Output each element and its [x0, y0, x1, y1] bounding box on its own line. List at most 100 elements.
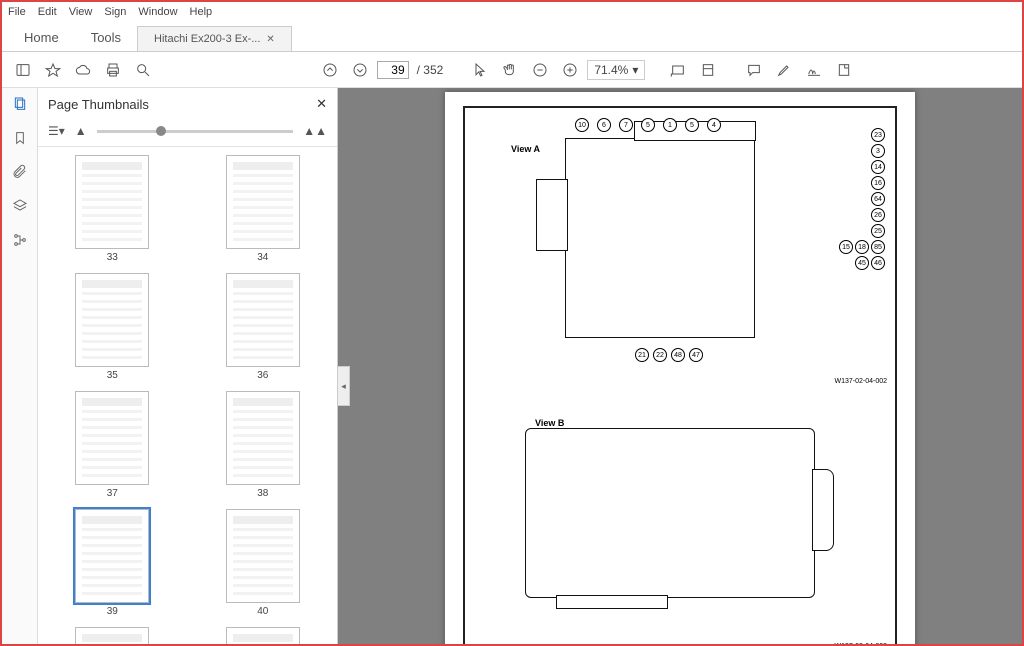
cloud-icon[interactable] — [70, 57, 96, 83]
page-total-label: / 352 — [413, 63, 448, 77]
thumbnail-page[interactable]: 42 — [203, 627, 324, 644]
thumbnail-page[interactable]: 34 — [203, 155, 324, 263]
callout-bubble: 22 — [653, 348, 667, 362]
thumb-large-icon[interactable]: ▲▲ — [303, 124, 327, 138]
diagram-view-b — [525, 428, 815, 598]
thumbnail-preview — [226, 155, 300, 249]
close-panel-icon[interactable]: ✕ — [316, 96, 327, 112]
thumbnails-title: Page Thumbnails — [48, 97, 149, 112]
zoom-value: 71.4% — [594, 63, 628, 77]
page-down-icon[interactable] — [347, 57, 373, 83]
thumb-small-icon[interactable]: ▲ — [75, 124, 87, 138]
model-tree-rail-icon[interactable] — [10, 230, 30, 250]
bookmark-rail-icon[interactable] — [10, 128, 30, 148]
page-number-input[interactable] — [377, 61, 409, 79]
page-view: View A 23314166426251518854546 10675154 … — [445, 92, 915, 644]
page-up-icon[interactable] — [317, 57, 343, 83]
fit-width-icon[interactable] — [665, 57, 691, 83]
pointer-icon[interactable] — [467, 57, 493, 83]
thumbnail-page[interactable]: 37 — [52, 391, 173, 499]
thumbnail-number: 38 — [257, 488, 268, 499]
tab-document[interactable]: Hitachi Ex200-3 Ex-... ✕ — [137, 26, 292, 51]
callout-bubble: 47 — [689, 348, 703, 362]
thumbnail-page[interactable]: 41 — [52, 627, 173, 644]
thumbnail-preview — [75, 509, 149, 603]
collapse-panel-handle[interactable]: ◂ — [338, 366, 350, 406]
callout-bubble: 5 — [685, 118, 699, 132]
figure-b-label: W137-02-04-003 — [834, 643, 887, 644]
menu-file[interactable]: File — [8, 6, 26, 18]
menu-view[interactable]: View — [69, 6, 93, 18]
tab-home[interactable]: Home — [8, 24, 75, 51]
callouts-view-a: 23314166426251518854546 — [775, 128, 885, 272]
layers-rail-icon[interactable] — [10, 196, 30, 216]
thumbnail-page[interactable]: 40 — [203, 509, 324, 617]
thumbnail-number: 40 — [257, 606, 268, 617]
hand-icon[interactable] — [497, 57, 523, 83]
zoom-dropdown[interactable]: 71.4%▾ — [587, 60, 645, 80]
menu-edit[interactable]: Edit — [38, 6, 57, 18]
callout-bubble: 10 — [575, 118, 589, 132]
menu-window[interactable]: Window — [138, 6, 177, 18]
thumbnail-preview — [75, 627, 149, 644]
callout-bubble: 18 — [855, 240, 869, 254]
thumbnail-number: 39 — [107, 606, 118, 617]
callout-bubble: 64 — [871, 192, 885, 206]
view-a-label: View A — [511, 144, 540, 154]
highlight-icon[interactable] — [771, 57, 797, 83]
main-content: Page Thumbnails ✕ ☰▾ ▲ ▲▲ 33 34 35 36 37 38 39… — [2, 88, 1022, 644]
sign-icon[interactable] — [801, 57, 827, 83]
thumb-options-icon[interactable]: ☰▾ — [48, 124, 65, 138]
menu-sign[interactable]: Sign — [104, 6, 126, 18]
more-tools-icon[interactable] — [831, 57, 857, 83]
callout-bubble: 45 — [855, 256, 869, 270]
callout-bubble: 48 — [671, 348, 685, 362]
thumbnail-page[interactable]: 35 — [52, 273, 173, 381]
view-b-label: View B — [535, 418, 564, 428]
fit-page-icon[interactable] — [695, 57, 721, 83]
zoom-in-icon[interactable] — [557, 57, 583, 83]
app-menubar: File Edit View Sign Window Help — [2, 2, 1022, 22]
document-viewport[interactable]: ◂ View A 23314166426251518854546 1067515… — [338, 88, 1022, 644]
callout-bubble: 14 — [871, 160, 885, 174]
thumbnail-page[interactable]: 38 — [203, 391, 324, 499]
sidebar-toggle-icon[interactable] — [10, 57, 36, 83]
callout-bubble: 25 — [871, 224, 885, 238]
callout-bubble: 26 — [871, 208, 885, 222]
thumbnail-number: 33 — [107, 252, 118, 263]
thumbnail-preview — [226, 391, 300, 485]
thumbnail-number: 37 — [107, 488, 118, 499]
star-icon[interactable] — [40, 57, 66, 83]
thumbnail-preview — [75, 391, 149, 485]
thumbnails-rail-icon[interactable] — [10, 94, 30, 114]
thumbnail-preview — [226, 509, 300, 603]
thumbnail-page[interactable]: 33 — [52, 155, 173, 263]
close-tab-icon[interactable]: ✕ — [266, 34, 274, 45]
tab-bar: Home Tools Hitachi Ex200-3 Ex-... ✕ — [2, 22, 1022, 52]
thumbnails-panel: Page Thumbnails ✕ ☰▾ ▲ ▲▲ 33 34 35 36 37 38 39… — [38, 88, 338, 644]
thumbnail-number: 36 — [257, 370, 268, 381]
thumbnail-page[interactable]: 39 — [52, 509, 173, 617]
figure-a-label: W137-02-04-002 — [834, 378, 887, 385]
thumbnail-page[interactable]: 36 — [203, 273, 324, 381]
diagram-view-a — [565, 138, 755, 338]
comment-icon[interactable] — [741, 57, 767, 83]
callout-bubble: 1 — [663, 118, 677, 132]
callout-bubble: 85 — [871, 240, 885, 254]
attachment-rail-icon[interactable] — [10, 162, 30, 182]
search-icon[interactable] — [130, 57, 156, 83]
callout-bubble: 7 — [619, 118, 633, 132]
zoom-out-icon[interactable] — [527, 57, 553, 83]
thumbnail-number: 34 — [257, 252, 268, 263]
callout-bubble: 23 — [871, 128, 885, 142]
tab-tools[interactable]: Tools — [75, 24, 137, 51]
thumb-size-slider[interactable] — [97, 130, 294, 133]
thumbnail-preview — [75, 273, 149, 367]
print-icon[interactable] — [100, 57, 126, 83]
thumbnail-number: 35 — [107, 370, 118, 381]
callout-bubble: 6 — [597, 118, 611, 132]
thumbnail-preview — [226, 273, 300, 367]
menu-help[interactable]: Help — [190, 6, 213, 18]
callout-bubble: 5 — [641, 118, 655, 132]
thumbnail-grid: 33 34 35 36 37 38 39 40 41 42 — [38, 147, 337, 644]
